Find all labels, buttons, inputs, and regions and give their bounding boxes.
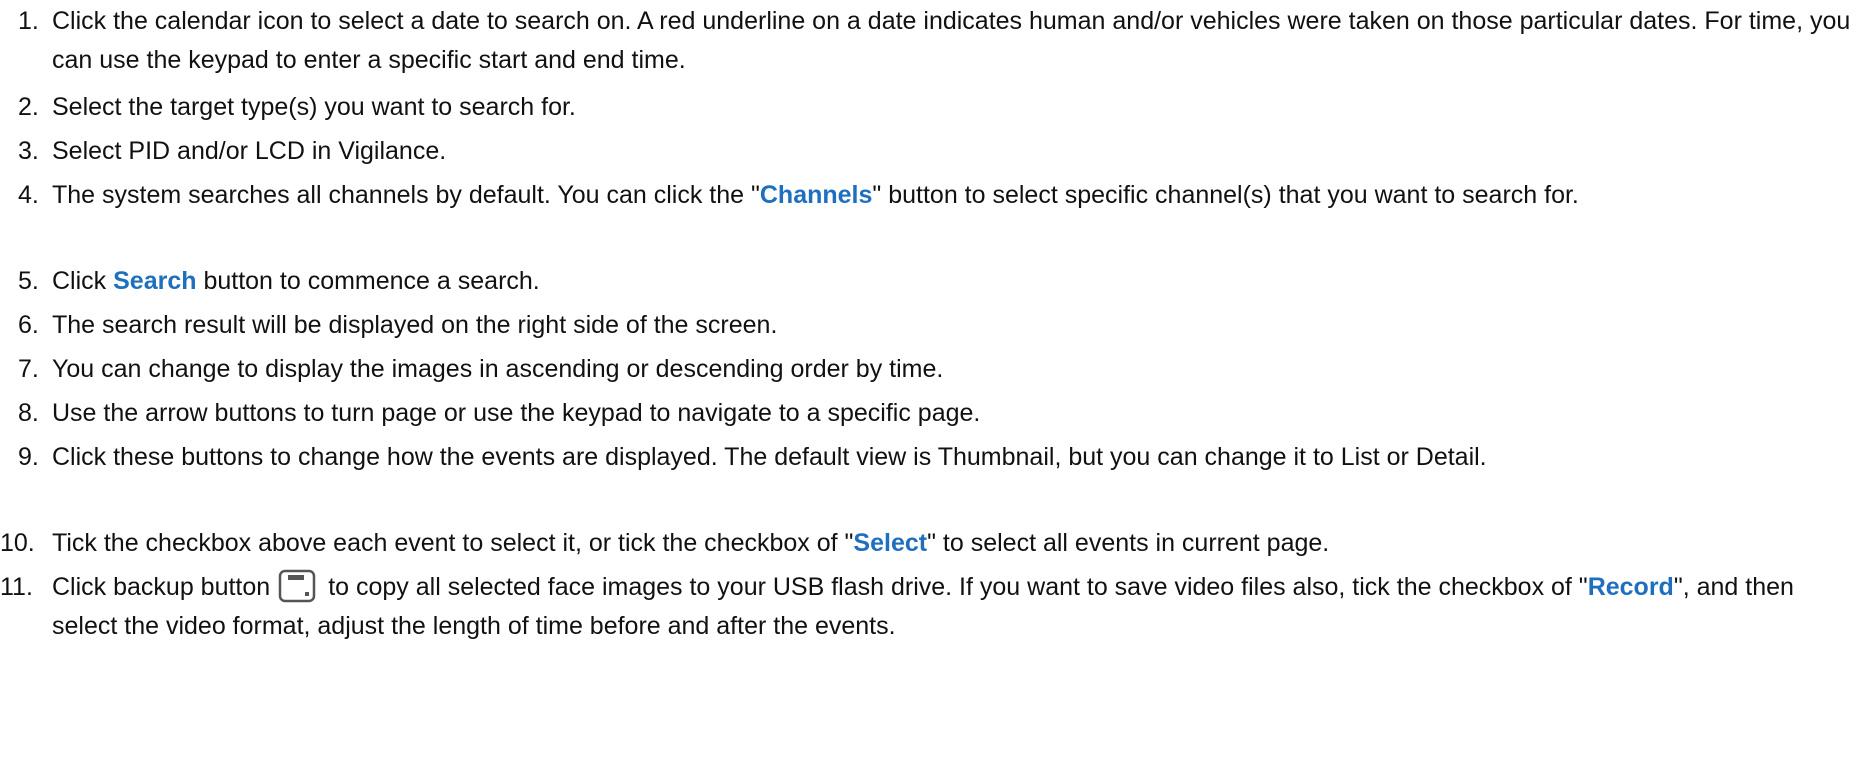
list-number: 10.: [0, 529, 35, 557]
backup-save-icon: [278, 569, 316, 603]
list-item: 2. Select the target type(s) you want to…: [0, 88, 1863, 127]
list-text: The system searches all channels by defa…: [52, 181, 1579, 209]
list-item: 5. Click Search button to commence a sea…: [0, 262, 1863, 301]
list-item: 10. Tick the checkbox above each event t…: [0, 524, 1863, 563]
list-number: 7.: [18, 355, 39, 383]
list-text: Click the calendar icon to select a date…: [52, 7, 1851, 74]
list-number: 9.: [18, 443, 39, 471]
list-number: 1.: [18, 7, 39, 35]
list-text: Click backup button to copy all selected …: [52, 568, 1863, 646]
list-text: Select PID and/or LCD in Vigilance.: [52, 137, 447, 165]
list-text: The search result will be displayed on t…: [52, 311, 778, 339]
list-text: Tick the checkbox above each event to se…: [52, 529, 1330, 557]
list-item: 8. Use the arrow buttons to turn page or…: [0, 394, 1863, 433]
select-keyword: Select: [853, 529, 928, 557]
record-keyword: Record: [1587, 573, 1674, 601]
list-text: Click Search button to commence a search…: [52, 267, 540, 295]
list-number: 2.: [18, 93, 39, 121]
list-item: 9. Click these buttons to change how the…: [0, 438, 1863, 477]
list-text: Use the arrow buttons to turn page or us…: [52, 399, 981, 427]
list-text: Select the target type(s) you want to se…: [52, 93, 576, 121]
list-text: You can change to display the images in …: [52, 355, 944, 383]
list-number: 4.: [18, 181, 39, 209]
list-item: 3. Select PID and/or LCD in Vigilance.: [0, 132, 1863, 171]
channels-keyword: Channels: [759, 181, 873, 209]
list-item: 6. The search result will be displayed o…: [0, 306, 1863, 345]
list-number: 8.: [18, 399, 39, 427]
list-number: 11.: [0, 573, 33, 601]
list-item: 7. You can change to display the images …: [0, 350, 1863, 389]
list-number: 5.: [18, 267, 39, 295]
list-number: 6.: [18, 311, 39, 339]
search-keyword: Search: [113, 267, 197, 295]
list-item: 11. Click backup button to copy all selec…: [0, 568, 1863, 646]
list-text: Click these buttons to change how the ev…: [52, 443, 1487, 471]
instructions-document: 1. Click the calendar icon to select a d…: [0, 0, 1875, 784]
list-item: 1. Click the calendar icon to select a d…: [0, 2, 1863, 80]
list-item: 4. The system searches all channels by d…: [0, 176, 1863, 215]
list-number: 3.: [18, 137, 39, 165]
